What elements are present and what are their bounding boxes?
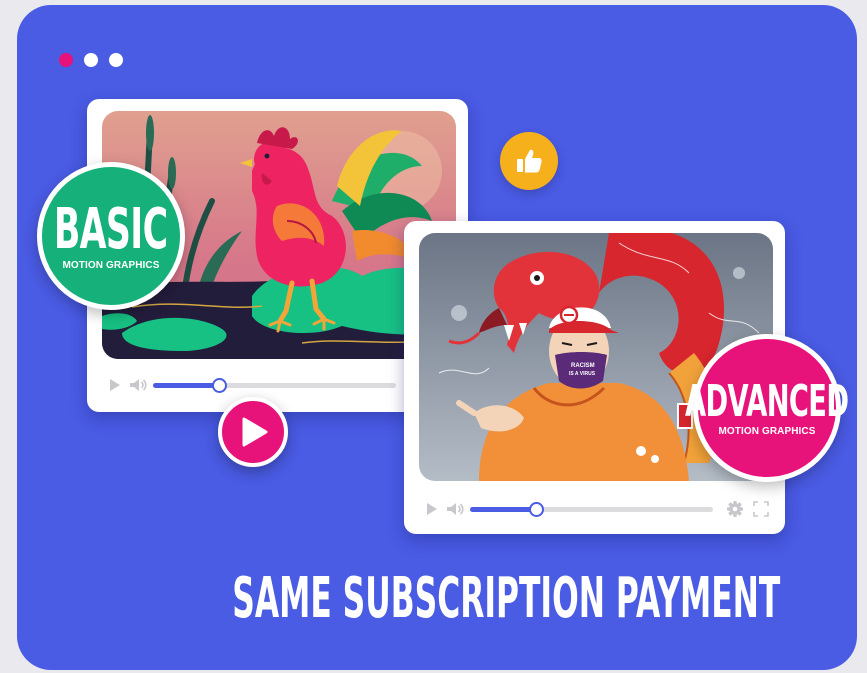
basic-badge-title: BASIC [54,196,168,262]
play-icon[interactable] [109,375,121,395]
advanced-progress-knob[interactable] [528,502,544,517]
basic-badge: BASIC MOTION GRAPHICS [37,162,185,310]
basic-player-controls [109,375,454,395]
play-button[interactable] [218,397,288,467]
basic-progress-fill [153,383,219,388]
volume-icon[interactable] [446,499,464,519]
advanced-badge: ADVANCED MOTION GRAPHICS [685,334,849,482]
advanced-badge-title: ADVANCED [685,375,849,427]
window-dots [59,53,123,67]
window-dot-pink [59,53,73,67]
play-icon[interactable] [426,499,438,519]
advanced-badge-subtitle: MOTION GRAPHICS [718,425,816,437]
fullscreen-icon[interactable] [753,499,769,519]
play-icon [242,417,268,447]
volume-icon[interactable] [129,375,147,395]
headline-text: SAME SUBSCRIPTION PAYMENT [232,566,781,631]
promo-card: RACISM IS A VIRUS BASIC MOTION GRAPHICS … [17,5,857,670]
mask-text: IS A VIRUS [569,371,596,377]
like-button[interactable] [500,132,558,190]
gear-icon[interactable] [726,499,744,519]
advanced-progress-track[interactable] [470,502,713,517]
window-dot-white [109,53,123,67]
advanced-player-controls [426,499,771,519]
basic-progress-track[interactable] [153,378,396,393]
mask-text: RACISM [571,363,595,369]
thumbs-up-icon [517,149,542,173]
basic-progress-knob[interactable] [211,378,227,393]
window-dot-white [84,53,98,67]
headline: SAME SUBSCRIPTION PAYMENT [17,571,857,627]
advanced-progress-fill [470,507,536,512]
